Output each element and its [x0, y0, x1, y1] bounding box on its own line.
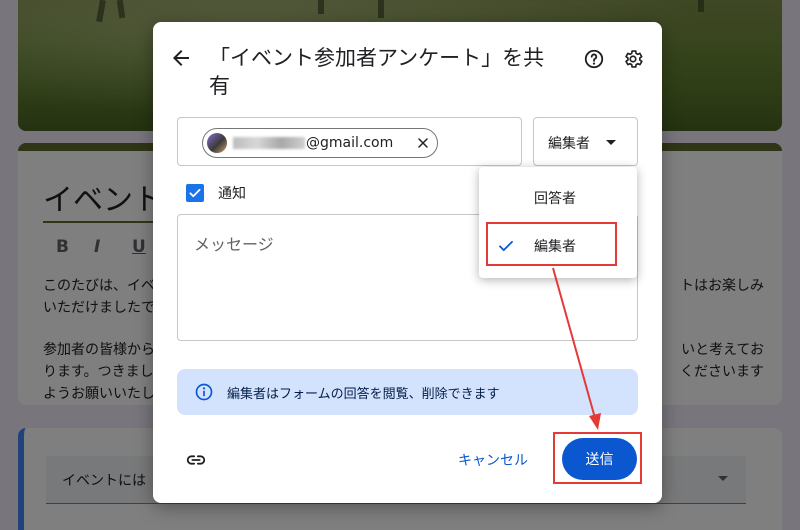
redacted-email-name — [233, 137, 305, 149]
arrow-left-icon[interactable] — [169, 46, 193, 70]
role-menu: 回答者 編集者 — [479, 167, 637, 278]
caret-down-icon — [606, 140, 616, 145]
check-icon — [189, 188, 201, 198]
dialog-title: 「イベント参加者アンケート」を共有 — [209, 46, 545, 98]
cancel-button[interactable]: キャンセル — [458, 450, 528, 470]
send-button[interactable]: 送信 — [562, 438, 637, 480]
recipient-input[interactable]: @gmail.com — [177, 117, 522, 166]
role-selected-value: 編集者 — [548, 136, 590, 152]
role-option-label: 編集者 — [534, 239, 576, 255]
role-option-label: 回答者 — [534, 191, 576, 207]
message-placeholder: メッセージ — [194, 235, 274, 254]
check-icon — [499, 240, 513, 252]
info-banner: 編集者はフォームの回答を閲覧、削除できます — [177, 369, 638, 415]
role-option-responder[interactable]: 回答者 — [479, 175, 637, 221]
gear-icon[interactable] — [622, 48, 644, 70]
notify-label: 通知 — [218, 186, 246, 202]
link-icon[interactable] — [185, 449, 207, 471]
recipient-email: @gmail.com — [306, 135, 394, 151]
role-option-editor[interactable]: 編集者 — [479, 223, 637, 269]
notify-checkbox[interactable] — [186, 184, 204, 202]
close-icon[interactable] — [415, 135, 431, 151]
notify-option[interactable]: 通知 — [186, 182, 246, 204]
info-text: 編集者はフォームの回答を閲覧、削除できます — [227, 387, 500, 402]
avatar — [207, 133, 227, 153]
recipient-chip[interactable]: @gmail.com — [202, 128, 438, 158]
info-icon — [195, 383, 213, 401]
role-dropdown[interactable]: 編集者 — [533, 117, 638, 166]
help-circle-icon[interactable] — [583, 48, 605, 70]
